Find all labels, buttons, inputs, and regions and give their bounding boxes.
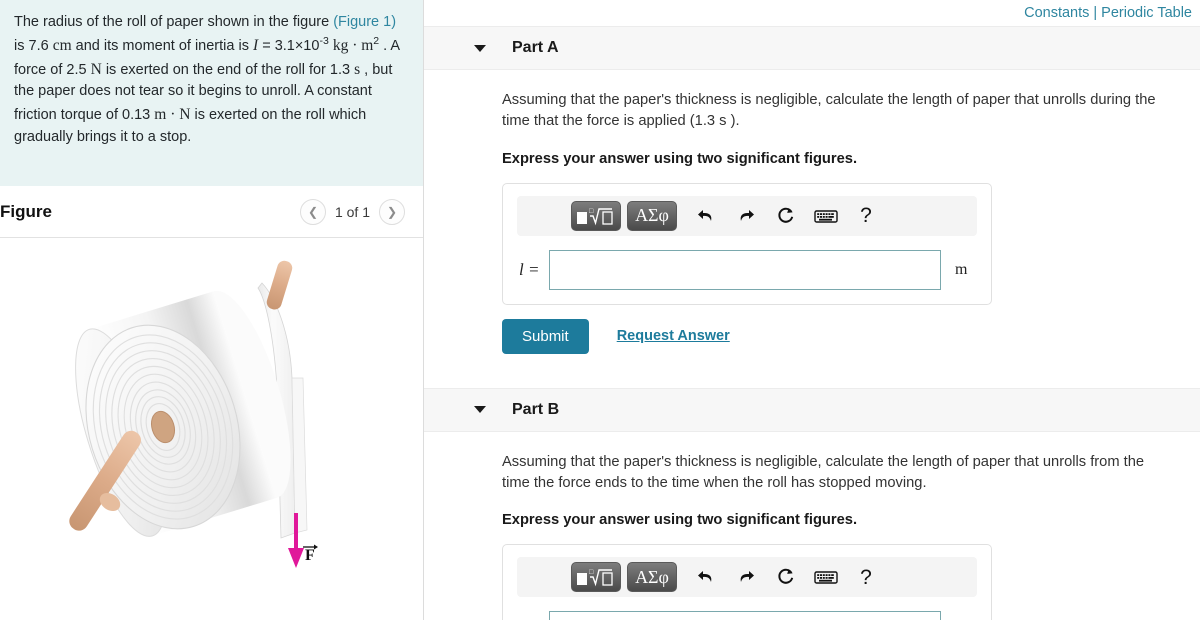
part-a-variable-label: l = <box>519 259 540 279</box>
part-a-question: Assuming that the paper's thickness is n… <box>502 92 1156 130</box>
dowel-top-end <box>266 260 293 310</box>
part-b-instruction: Express your answer using two significan… <box>502 512 858 529</box>
keyboard-icon[interactable] <box>809 201 843 231</box>
part-a-section: Part A Assuming that the paper's thickne… <box>424 26 1200 354</box>
caret-down-icon[interactable] <box>474 44 486 52</box>
reset-circle-icon[interactable] <box>769 562 803 592</box>
figure-navigation: ❮ 1 of 1 ❯ <box>299 198 405 225</box>
undo-arrow-icon[interactable] <box>689 201 723 231</box>
part-b-input-row: l = m <box>517 611 977 620</box>
problem-panel: The radius of the roll of paper shown in… <box>0 0 424 620</box>
problem-line-e: is exerted on the end of the roll for 1.… <box>105 61 351 78</box>
svg-text:□: □ <box>589 207 594 215</box>
inertia-units-exponent: 2 <box>373 34 380 47</box>
unit-newton: N <box>90 60 102 78</box>
figure-title: Figure <box>0 201 52 221</box>
problem-line-c: and its moment of inertia is <box>75 37 249 54</box>
part-a-input-row: l = m <box>517 249 977 290</box>
caret-down-icon[interactable] <box>474 406 486 414</box>
help-question-icon[interactable]: ? <box>849 201 883 231</box>
symbol-I: I <box>252 36 259 54</box>
part-a-answer-input[interactable] <box>549 249 941 290</box>
greek-symbols-button[interactable]: ΑΣφ <box>627 200 677 231</box>
help-question-icon[interactable]: ? <box>849 562 883 592</box>
part-a-toolbar: □ ΑΣφ ? <box>517 195 977 236</box>
undo-arrow-icon[interactable] <box>689 562 723 592</box>
part-a-unit-label: m <box>955 260 968 278</box>
help-label: ? <box>860 565 872 589</box>
equals-sign: = <box>262 37 271 54</box>
greek-symbols-button[interactable]: ΑΣφ <box>627 562 677 593</box>
top-links-bar: Constants | Periodic Table <box>424 0 1200 26</box>
part-a-body: Assuming that the paper's thickness is n… <box>424 90 1200 354</box>
problem-line-a: The radius of the roll of paper shown in… <box>14 14 330 30</box>
inertia-units: kg · m <box>332 36 374 54</box>
figure-1-link[interactable]: (Figure 1) <box>333 14 396 30</box>
figure-image[interactable]: F <box>0 238 423 588</box>
part-b-answer-box: □ ΑΣφ ? <box>502 544 992 620</box>
figure-counter: 1 of 1 <box>334 203 370 220</box>
unit-seconds: s <box>354 60 361 78</box>
part-a-actions: Submit Request Answer <box>502 318 1200 354</box>
redo-arrow-icon[interactable] <box>729 201 763 231</box>
problem-line-b: is 7.6 <box>14 37 49 54</box>
redo-arrow-icon[interactable] <box>729 562 763 592</box>
figure-header: Figure ❮ 1 of 1 ❯ <box>0 186 423 238</box>
homework-page: The radius of the roll of paper shown in… <box>0 0 1200 620</box>
part-b-question: Assuming that the paper's thickness is n… <box>502 453 1145 491</box>
part-b-body: Assuming that the paper's thickness is n… <box>424 452 1200 620</box>
part-a-header[interactable]: Part A <box>424 26 1200 70</box>
inertia-exponent: -3 <box>319 34 329 47</box>
problem-statement: The radius of the roll of paper shown in… <box>0 0 423 186</box>
links-separator: | <box>1093 5 1098 21</box>
inertia-value: 3.1×10 <box>274 37 320 54</box>
part-a-answer-box: □ ΑΣφ ? l = m <box>502 182 992 305</box>
force-label: F <box>305 547 315 564</box>
svg-text:□: □ <box>589 568 594 576</box>
part-b-title: Part B <box>512 400 560 418</box>
part-b-toolbar: □ ΑΣφ ? <box>517 557 977 598</box>
unit-cm: cm <box>52 36 72 54</box>
unit-meter-newton: m · N <box>154 106 191 123</box>
help-label: ? <box>860 204 872 228</box>
answer-panel: Constants | Periodic Table Part A Assumi… <box>424 0 1200 620</box>
part-a-submit-button[interactable]: Submit <box>502 318 589 354</box>
math-template-icon[interactable]: □ <box>571 562 621 593</box>
part-a-instruction: Express your answer using two significan… <box>502 150 858 167</box>
part-a-request-answer-link[interactable]: Request Answer <box>617 328 730 344</box>
constants-link[interactable]: Constants <box>1024 5 1089 21</box>
part-b-answer-input[interactable] <box>549 611 941 620</box>
part-b-section: Part B Assuming that the paper's thickne… <box>424 387 1200 620</box>
force-vector-arrowhead <box>314 544 318 550</box>
reset-circle-icon[interactable] <box>769 201 803 231</box>
keyboard-icon[interactable] <box>809 562 843 592</box>
paper-roll-illustration: F <box>69 260 318 568</box>
chevron-right-icon[interactable]: ❯ <box>379 198 405 225</box>
paper-sheet-edge <box>291 377 308 534</box>
part-a-title: Part A <box>512 39 559 56</box>
part-b-header[interactable]: Part B <box>424 387 1200 432</box>
chevron-left-icon[interactable]: ❮ <box>299 198 326 225</box>
periodic-table-link[interactable]: Periodic Table <box>1101 5 1192 21</box>
math-template-icon[interactable]: □ <box>571 200 621 231</box>
